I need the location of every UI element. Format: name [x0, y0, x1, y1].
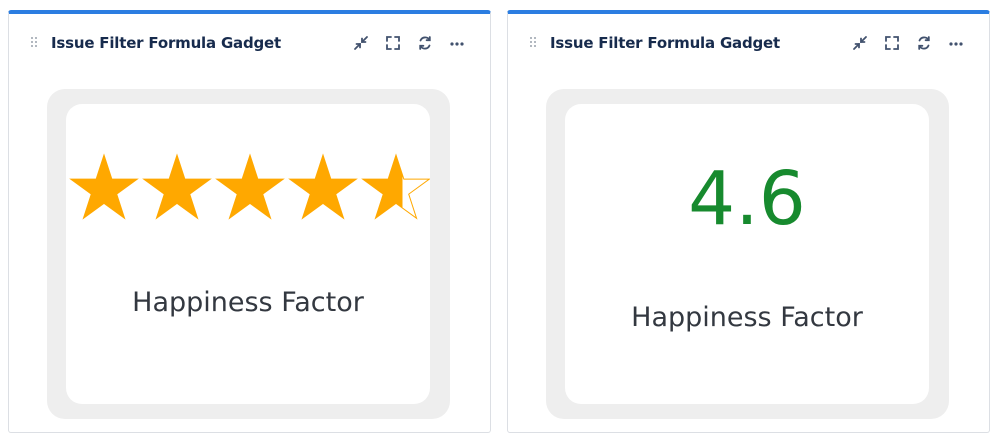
fullscreen-icon[interactable]: [384, 34, 402, 52]
gadget-frame: 4.6 Happiness Factor: [546, 89, 949, 419]
minimize-icon[interactable]: [851, 34, 869, 52]
drag-handle-icon[interactable]: [530, 37, 540, 51]
gadget-header: Issue Filter Formula Gadget: [508, 32, 989, 56]
gadget-title: Issue Filter Formula Gadget: [550, 34, 780, 52]
star-icon: [69, 153, 139, 220]
gadget-numeric-value: Issue Filter Formula Gadget 4.6 Happines…: [507, 10, 990, 433]
star-icon: [215, 153, 285, 220]
gadget-star-rating: Issue Filter Formula Gadget Happiness Fa…: [8, 10, 491, 433]
gadget-label: Happiness Factor: [631, 302, 863, 333]
minimize-icon[interactable]: [352, 34, 370, 52]
refresh-icon[interactable]: [915, 34, 933, 52]
gadget-value: 4.6: [688, 156, 806, 242]
refresh-icon[interactable]: [416, 34, 434, 52]
drag-handle-icon[interactable]: [31, 37, 41, 51]
gadget-card: Happiness Factor: [66, 104, 430, 404]
star-icon: [288, 153, 358, 220]
star-icon: [142, 153, 212, 220]
gadget-title: Issue Filter Formula Gadget: [51, 34, 281, 52]
star-rating: [69, 153, 430, 220]
gadget-header: Issue Filter Formula Gadget: [9, 32, 490, 56]
gadget-frame: Happiness Factor: [47, 89, 450, 419]
gadget-label: Happiness Factor: [132, 287, 364, 318]
more-icon[interactable]: [947, 34, 965, 52]
fullscreen-icon[interactable]: [883, 34, 901, 52]
more-icon[interactable]: [448, 34, 466, 52]
star-icon: [361, 153, 430, 220]
gadget-card: 4.6 Happiness Factor: [565, 104, 929, 404]
